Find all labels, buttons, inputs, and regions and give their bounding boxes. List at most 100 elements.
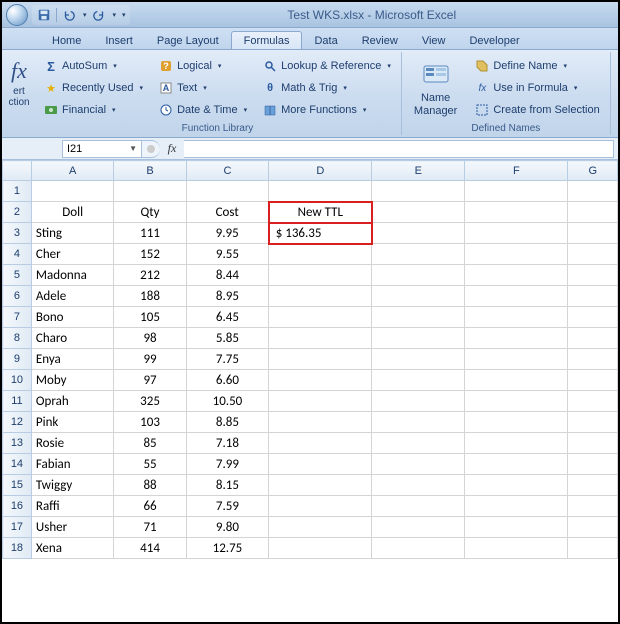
table-cell[interactable]: 85 (114, 433, 186, 454)
table-cell[interactable]: Raffi (31, 496, 114, 517)
table-cell[interactable]: 103 (114, 412, 186, 433)
table-cell[interactable]: 9.80 (186, 517, 269, 538)
table-cell[interactable]: 6.60 (186, 370, 269, 391)
financial-button[interactable]: Financial▾ (40, 100, 147, 120)
table-cell[interactable]: 414 (114, 538, 186, 559)
table-cell[interactable]: 111 (114, 223, 186, 244)
table-cell[interactable]: 8.44 (186, 265, 269, 286)
table-cell[interactable]: Rosie (31, 433, 114, 454)
recently-used-button[interactable]: ★ Recently Used▾ (40, 78, 147, 98)
table-cell[interactable]: Moby (31, 370, 114, 391)
row-header[interactable]: 15 (3, 475, 32, 496)
qat-customize-icon[interactable]: ▾ (122, 11, 126, 19)
insert-function-button[interactable]: fx ertction (4, 52, 34, 135)
table-cell[interactable]: 8.95 (186, 286, 269, 307)
row-header[interactable]: 9 (3, 349, 32, 370)
datetime-button[interactable]: Date & Time▾ (155, 100, 251, 120)
formula-input[interactable] (184, 140, 614, 158)
row-header[interactable]: 8 (3, 328, 32, 349)
row-header[interactable]: 13 (3, 433, 32, 454)
tab-pagelayout[interactable]: Page Layout (145, 32, 231, 49)
redo-dropdown-icon[interactable]: ▾ (113, 11, 117, 19)
table-cell[interactable]: 97 (114, 370, 186, 391)
table-cell[interactable]: 7.75 (186, 349, 269, 370)
tab-developer[interactable]: Developer (457, 32, 531, 49)
row-header[interactable]: 18 (3, 538, 32, 559)
highlight-cell[interactable]: $ 136.35 (269, 223, 372, 244)
table-cell[interactable]: Fabian (31, 454, 114, 475)
col-header-E[interactable]: E (372, 161, 465, 181)
header-newttl[interactable]: New TTL (269, 202, 372, 223)
tab-home[interactable]: Home (40, 32, 93, 49)
col-header-A[interactable]: A (31, 161, 114, 181)
header-doll[interactable]: Doll (31, 202, 114, 223)
col-header-C[interactable]: C (186, 161, 269, 181)
table-cell[interactable]: 99 (114, 349, 186, 370)
save-icon[interactable] (36, 7, 52, 23)
row-header[interactable]: 10 (3, 370, 32, 391)
table-cell[interactable]: 8.15 (186, 475, 269, 496)
define-name-button[interactable]: Define Name▾ (471, 56, 603, 76)
table-cell[interactable]: 325 (114, 391, 186, 412)
create-from-selection-button[interactable]: Create from Selection (471, 100, 603, 120)
table-cell[interactable]: 98 (114, 328, 186, 349)
table-cell[interactable]: 66 (114, 496, 186, 517)
table-cell[interactable]: Madonna (31, 265, 114, 286)
table-cell[interactable]: 6.45 (186, 307, 269, 328)
tab-review[interactable]: Review (350, 32, 410, 49)
row-header[interactable]: 5 (3, 265, 32, 286)
table-cell[interactable]: 105 (114, 307, 186, 328)
table-cell[interactable]: 12.75 (186, 538, 269, 559)
tab-data[interactable]: Data (302, 32, 349, 49)
row-header[interactable]: 7 (3, 307, 32, 328)
row-header[interactable]: 3 (3, 223, 32, 244)
header-cost[interactable]: Cost (186, 202, 269, 223)
row-header[interactable]: 11 (3, 391, 32, 412)
table-cell[interactable]: 188 (114, 286, 186, 307)
row-header[interactable]: 6 (3, 286, 32, 307)
table-cell[interactable]: 10.50 (186, 391, 269, 412)
row-header[interactable]: 14 (3, 454, 32, 475)
name-manager-button[interactable]: NameManager (408, 54, 463, 123)
col-header-F[interactable]: F (465, 161, 568, 181)
header-qty[interactable]: Qty (114, 202, 186, 223)
table-cell[interactable]: 7.18 (186, 433, 269, 454)
autosum-button[interactable]: Σ AutoSum▾ (40, 56, 147, 76)
table-cell[interactable]: Enya (31, 349, 114, 370)
use-in-formula-button[interactable]: fx Use in Formula▾ (471, 78, 603, 98)
table-cell[interactable]: 152 (114, 244, 186, 265)
table-cell[interactable]: 71 (114, 517, 186, 538)
name-box-dropdown-icon[interactable]: ▼ (129, 144, 137, 153)
table-cell[interactable]: 5.85 (186, 328, 269, 349)
table-cell[interactable]: Usher (31, 517, 114, 538)
table-cell[interactable]: 7.99 (186, 454, 269, 475)
row-header[interactable]: 1 (3, 181, 32, 202)
table-cell[interactable]: 9.55 (186, 244, 269, 265)
table-cell[interactable]: Cher (31, 244, 114, 265)
row-header[interactable]: 17 (3, 517, 32, 538)
redo-icon[interactable] (91, 7, 107, 23)
row-header[interactable]: 16 (3, 496, 32, 517)
mathtrig-button[interactable]: θ Math & Trig▾ (259, 78, 395, 98)
row-header[interactable]: 2 (3, 202, 32, 223)
table-cell[interactable]: Bono (31, 307, 114, 328)
table-cell[interactable]: Sting (31, 223, 114, 244)
row-header[interactable]: 4 (3, 244, 32, 265)
name-box[interactable]: I21 ▼ (62, 140, 142, 158)
table-cell[interactable]: 88 (114, 475, 186, 496)
fx-bar-icon[interactable]: fx (168, 141, 177, 156)
col-header-G[interactable]: G (568, 161, 618, 181)
table-cell[interactable]: Xena (31, 538, 114, 559)
undo-icon[interactable] (61, 7, 77, 23)
table-cell[interactable]: Twiggy (31, 475, 114, 496)
table-cell[interactable]: Adele (31, 286, 114, 307)
office-button[interactable] (6, 4, 28, 26)
logical-button[interactable]: ? Logical▾ (155, 56, 251, 76)
col-header-D[interactable]: D (269, 161, 372, 181)
select-all-corner[interactable] (3, 161, 32, 181)
text-button[interactable]: A Text▾ (155, 78, 251, 98)
table-cell[interactable]: Pink (31, 412, 114, 433)
spreadsheet-grid[interactable]: A B C D E F G 1 2 Doll Qty Cost New TTL … (2, 160, 618, 559)
table-cell[interactable]: 8.85 (186, 412, 269, 433)
row-header[interactable]: 12 (3, 412, 32, 433)
